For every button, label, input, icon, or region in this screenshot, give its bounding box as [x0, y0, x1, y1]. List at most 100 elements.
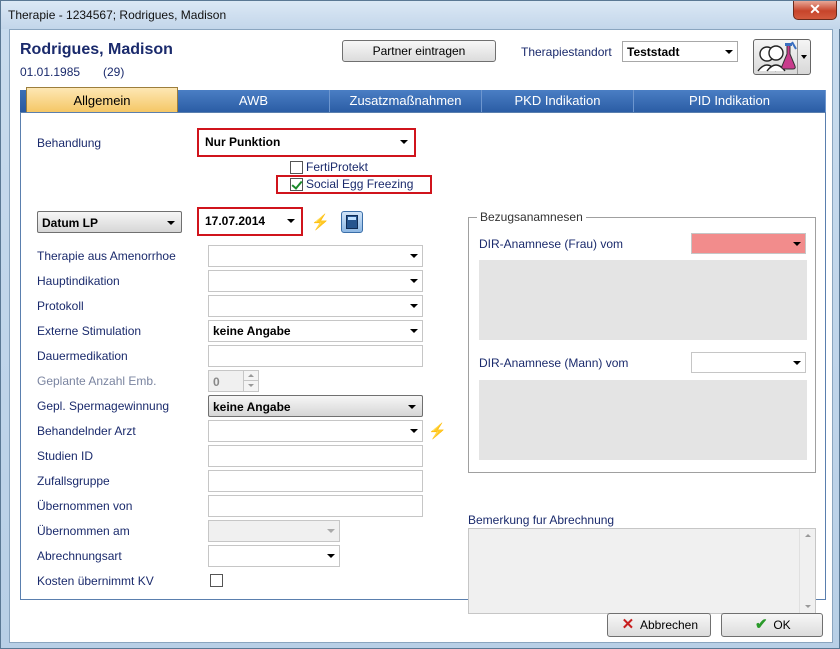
datum-lp-field[interactable]: 17.07.2014	[200, 210, 300, 233]
chevron-down-icon	[327, 554, 335, 558]
geplante-anzahl-spinner[interactable]: 0	[208, 370, 259, 392]
partner-eintragen-button[interactable]: Partner eintragen	[342, 40, 496, 62]
fertiprotekt-checkbox[interactable]	[290, 161, 303, 174]
zufallsgruppe-label: Zufallsgruppe	[37, 474, 110, 488]
ok-button[interactable]: ✔ OK	[721, 613, 823, 637]
datum-type-select[interactable]: Datum LP	[37, 211, 182, 233]
abrechnungsart-label: Abrechnungsart	[37, 549, 122, 563]
uebernommen-von-label: Übernommen von	[37, 499, 133, 513]
behandlung-label: Behandlung	[37, 136, 102, 150]
externe-stimulation-label: Externe Stimulation	[37, 324, 142, 338]
ok-label: OK	[773, 618, 791, 632]
lightning-icon[interactable]: ⚡	[311, 215, 330, 231]
kosten-kv-checkbox[interactable]	[210, 574, 223, 587]
abrechnungsart-select[interactable]	[208, 545, 340, 567]
spin-up-icon[interactable]	[243, 371, 258, 381]
chevron-down-icon	[408, 405, 416, 409]
behandelnder-arzt-label: Behandelnder Arzt	[37, 424, 136, 438]
dir-anamnese-frau-area	[479, 260, 807, 340]
chevron-down-icon	[400, 140, 408, 144]
dir-anamnese-frau-select[interactable]	[691, 233, 806, 254]
social-egg-freezing-checkbox[interactable]	[290, 178, 303, 191]
menu-dropdown-arrow[interactable]	[797, 40, 810, 74]
tab-pkd-indikation[interactable]: PKD Indikation	[482, 90, 634, 112]
chevron-down-icon	[793, 361, 801, 365]
spermagewinnung-select[interactable]: keine Angabe	[208, 395, 423, 417]
protokoll-label: Protokoll	[37, 299, 84, 313]
dir-anamnese-mann-label: DIR-Anamnese (Mann) vom	[479, 356, 629, 370]
therapiestandort-label: Therapiestandort	[521, 45, 612, 59]
hauptindikation-label: Hauptindikation	[37, 274, 120, 288]
kosten-kv-label: Kosten übernimmt KV	[37, 574, 154, 588]
tab-zusatzmassnahmen[interactable]: Zusatzmaßnahmen	[330, 90, 482, 112]
tab-awb[interactable]: AWB	[178, 90, 330, 112]
dauermedikation-label: Dauermedikation	[37, 349, 128, 363]
protokoll-select[interactable]	[208, 295, 423, 317]
behandelnder-arzt-select[interactable]	[208, 420, 423, 442]
studien-id-input[interactable]	[208, 445, 423, 467]
abbrechen-label: Abbrechen	[639, 618, 699, 632]
title-bar: Therapie - 1234567; Rodrigues, Madison ✕	[1, 1, 840, 29]
studien-id-label: Studien ID	[37, 449, 94, 463]
chevron-down-icon	[410, 279, 418, 283]
spermagewinnung-value: keine Angabe	[213, 400, 291, 414]
geplante-anzahl-value: 0	[213, 375, 220, 389]
uebernommen-am-label: Übernommen am	[37, 524, 130, 538]
patient-dob: 01.01.1985	[20, 65, 81, 79]
patient-age: (29)	[103, 65, 125, 79]
chevron-down-icon	[287, 219, 295, 223]
bemerkung-textarea[interactable]	[468, 528, 816, 614]
close-button[interactable]: ✕	[793, 1, 837, 20]
externe-stimulation-select[interactable]: keine Angabe	[208, 320, 423, 342]
bemerkung-label: Bemerkung fur Abrechnung	[468, 513, 615, 527]
chevron-down-icon	[167, 221, 175, 225]
people-lab-icon	[757, 41, 797, 72]
calculator-button[interactable]	[341, 211, 363, 233]
people-lab-menu-button[interactable]	[753, 39, 811, 75]
chevron-down-icon	[410, 429, 418, 433]
dialog-content: Rodrigues, Madison 01.01.1985 (29) Partn…	[9, 29, 833, 643]
tab-allgemein[interactable]: Allgemein	[26, 87, 178, 112]
dir-anamnese-mann-select[interactable]	[691, 352, 806, 373]
uebernommen-am-select[interactable]	[208, 520, 340, 542]
chevron-down-icon	[410, 329, 418, 333]
therapie-window: Therapie - 1234567; Rodrigues, Madison ✕…	[0, 0, 840, 649]
behandlung-select[interactable]: Nur Punktion	[200, 131, 413, 154]
tab-pid-indikation[interactable]: PID Indikation	[634, 90, 826, 112]
tab-bar: Allgemein AWB Zusatzmaßnahmen PKD Indika…	[20, 87, 826, 112]
window-title: Therapie - 1234567; Rodrigues, Madison	[8, 8, 227, 22]
externe-stimulation-value: keine Angabe	[213, 324, 291, 338]
spin-down-icon[interactable]	[243, 381, 258, 391]
hauptindikation-select[interactable]	[208, 270, 423, 292]
therapie-amenorrhoe-label: Therapie aus Amenorrhoe	[37, 249, 176, 263]
spermagewinnung-label: Gepl. Spermagewinnung	[37, 399, 170, 413]
chevron-down-icon	[410, 304, 418, 308]
chevron-down-icon	[327, 529, 335, 533]
fertiprotekt-label: FertiProtekt	[306, 160, 369, 174]
dauermedikation-input[interactable]	[208, 345, 423, 367]
zufallsgruppe-input[interactable]	[208, 470, 423, 492]
therapiestandort-value: Teststadt	[627, 45, 680, 59]
abbrechen-button[interactable]: ✕ Abbrechen	[607, 613, 711, 637]
chevron-down-icon	[725, 50, 733, 54]
social-egg-freezing-label: Social Egg Freezing	[306, 177, 414, 191]
calculator-icon	[346, 215, 358, 229]
therapiestandort-select[interactable]: Teststadt	[622, 41, 738, 62]
bezugsanamnesen-group: Bezugsanamnesen DIR-Anamnese (Frau) vom …	[468, 210, 816, 473]
datum-lp-value: 17.07.2014	[205, 214, 266, 228]
patient-name: Rodrigues, Madison	[20, 41, 173, 58]
bemerkung-scrollbar[interactable]	[799, 529, 815, 613]
behandlung-value: Nur Punktion	[205, 135, 281, 149]
dir-anamnese-mann-area	[479, 380, 807, 460]
dir-anamnese-frau-label: DIR-Anamnese (Frau) vom	[479, 237, 624, 251]
datum-type-value: Datum LP	[42, 216, 99, 230]
bezugsanamnesen-title: Bezugsanamnesen	[477, 210, 586, 224]
therapie-amenorrhoe-select[interactable]	[208, 245, 423, 267]
checkmark-icon: ✔	[755, 616, 768, 633]
uebernommen-von-input[interactable]	[208, 495, 423, 517]
chevron-down-icon	[410, 254, 418, 258]
geplante-anzahl-label: Geplante Anzahl Emb.	[37, 374, 157, 388]
lightning-icon[interactable]: ⚡	[428, 424, 447, 440]
chevron-down-icon	[793, 242, 801, 246]
close-icon: ✕	[621, 616, 635, 633]
